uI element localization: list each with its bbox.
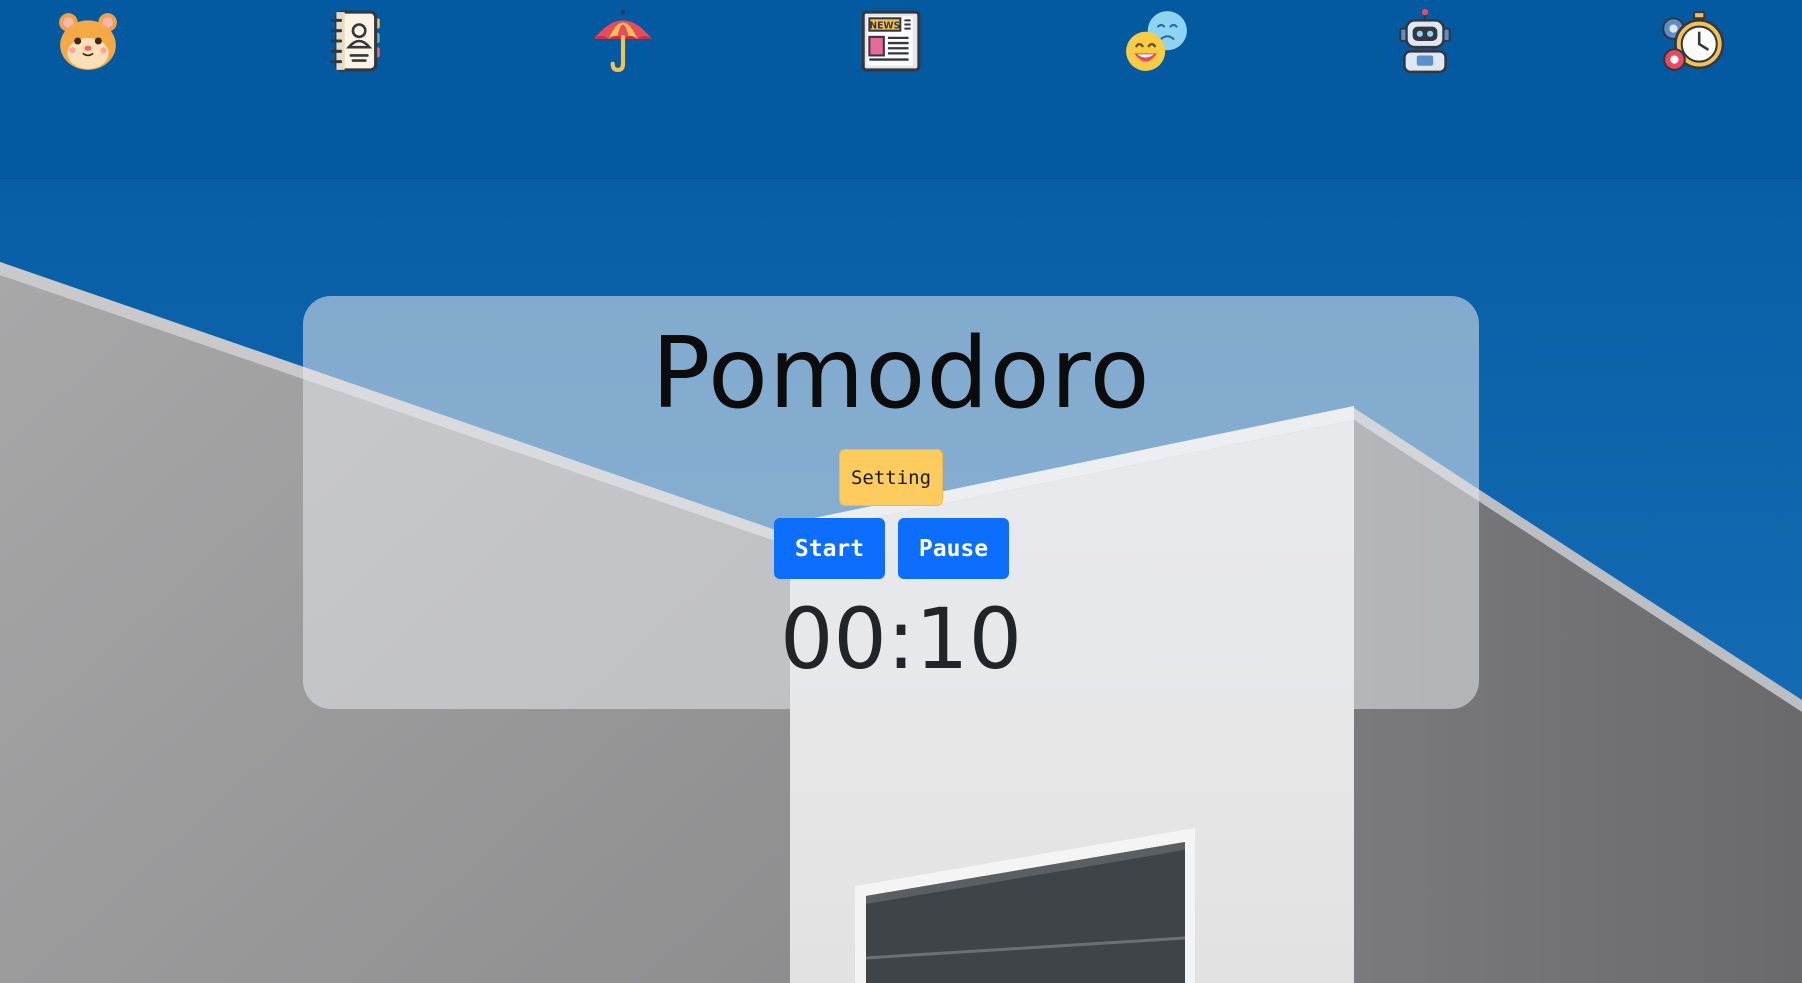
page-title: Pomodoro xyxy=(651,317,1151,431)
stopwatch-settings-icon[interactable] xyxy=(1659,8,1725,74)
top-navigation-bar: NEWS xyxy=(0,0,1802,179)
newspaper-icon-label: NEWS xyxy=(869,21,900,32)
setting-button[interactable]: Setting xyxy=(839,449,943,506)
umbrella-icon[interactable] xyxy=(590,8,656,74)
robot-icon[interactable] xyxy=(1392,8,1458,74)
page: NEWS Pomodoro Setting Start Pause 00:10 xyxy=(0,0,1802,983)
hamster-icon[interactable] xyxy=(55,8,121,74)
pause-button[interactable]: Pause xyxy=(898,518,1009,579)
timer-display: 00:10 xyxy=(779,590,1023,688)
newspaper-icon[interactable]: NEWS xyxy=(857,8,923,74)
contacts-book-icon[interactable] xyxy=(322,8,388,74)
emotions-icon[interactable] xyxy=(1124,8,1190,74)
start-button[interactable]: Start xyxy=(774,518,885,579)
